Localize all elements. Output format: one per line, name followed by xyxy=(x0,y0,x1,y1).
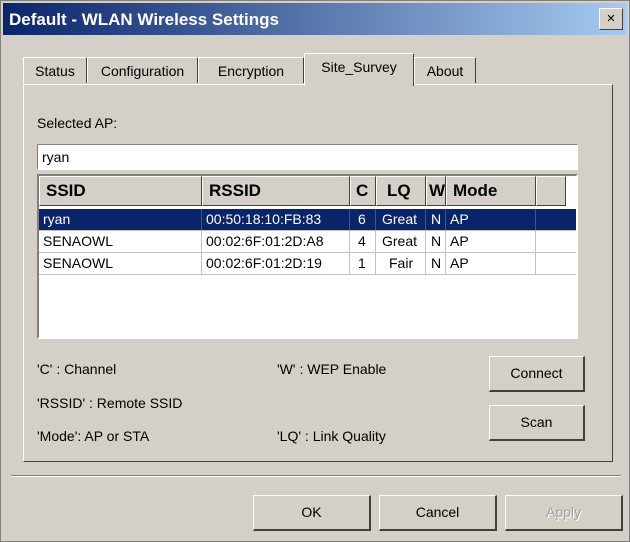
column-header-ssid[interactable]: SSID xyxy=(39,176,202,206)
cell-rssid: 00:50:18:10:FB:83 xyxy=(202,209,350,230)
cancel-button[interactable]: Cancel xyxy=(379,495,497,531)
cell-ssid: SENAOWL xyxy=(39,253,202,274)
cell-mode: AP xyxy=(446,253,536,274)
table-row[interactable]: SENAOWL 00:02:6F:01:2D:19 1 Fair N AP xyxy=(39,253,576,275)
tab-status[interactable]: Status xyxy=(23,57,87,83)
cell-ssid: ryan xyxy=(39,209,202,230)
legend-wep: 'W' : WEP Enable xyxy=(277,361,387,377)
footer-separator xyxy=(11,475,621,477)
connect-button[interactable]: Connect xyxy=(489,356,585,392)
title-bar[interactable]: Default - WLAN Wireless Settings × xyxy=(3,3,627,35)
cell-wep: N xyxy=(426,209,446,230)
cell-rssid: 00:02:6F:01:2D:A8 xyxy=(202,231,350,252)
tab-label: About xyxy=(426,63,464,79)
cell-channel: 1 xyxy=(350,253,376,274)
tab-label: Status xyxy=(35,63,75,79)
column-header-rssid[interactable]: RSSID xyxy=(202,176,350,206)
tab-about[interactable]: About xyxy=(414,57,476,83)
cell-lq: Great xyxy=(376,209,426,230)
cell-channel: 4 xyxy=(350,231,376,252)
legend-link-quality: 'LQ' : Link Quality xyxy=(277,428,386,444)
tab-label: Encryption xyxy=(217,63,285,79)
table-row[interactable]: ryan 00:50:18:10:FB:83 6 Great N AP xyxy=(39,209,576,231)
cell-lq: Great xyxy=(376,231,426,252)
ok-button[interactable]: OK xyxy=(253,495,371,531)
tab-site-survey[interactable]: Site_Survey xyxy=(304,53,414,86)
tab-encryption[interactable]: Encryption xyxy=(198,57,304,83)
column-header-wep[interactable]: W xyxy=(426,176,446,206)
close-icon: × xyxy=(606,10,616,27)
scan-button[interactable]: Scan xyxy=(489,405,585,441)
table-row[interactable]: SENAOWL 00:02:6F:01:2D:A8 4 Great N AP xyxy=(39,231,576,253)
legend-rssid: 'RSSID' : Remote SSID xyxy=(37,395,183,411)
cell-wep: N xyxy=(426,231,446,252)
apply-button[interactable]: Apply xyxy=(505,495,623,531)
cell-ssid: SENAOWL xyxy=(39,231,202,252)
ap-list[interactable]: SSID RSSID C LQ W Mode ryan 00:50:18:10:… xyxy=(37,174,578,339)
cell-mode: AP xyxy=(446,231,536,252)
selected-ap-label: Selected AP: xyxy=(37,115,118,131)
column-header-filler xyxy=(536,176,566,206)
close-button[interactable]: × xyxy=(599,8,623,30)
cell-channel: 6 xyxy=(350,209,376,230)
window-title: Default - WLAN Wireless Settings xyxy=(9,10,279,29)
cell-mode: AP xyxy=(446,209,536,230)
tab-configuration[interactable]: Configuration xyxy=(87,57,198,83)
column-header-channel[interactable]: C xyxy=(350,176,376,206)
cell-rssid: 00:02:6F:01:2D:19 xyxy=(202,253,350,274)
tab-label: Configuration xyxy=(100,63,185,79)
tab-label: Site_Survey xyxy=(321,59,397,75)
selected-ap-field[interactable]: ryan xyxy=(37,144,578,170)
legend-channel: 'C' : Channel xyxy=(37,361,117,377)
column-header-lq[interactable]: LQ xyxy=(376,176,426,206)
dialog-window: Default - WLAN Wireless Settings × Statu… xyxy=(0,0,630,542)
legend-mode: 'Mode': AP or STA xyxy=(37,428,150,444)
column-header-mode[interactable]: Mode xyxy=(446,176,536,206)
cell-lq: Fair xyxy=(376,253,426,274)
cell-wep: N xyxy=(426,253,446,274)
